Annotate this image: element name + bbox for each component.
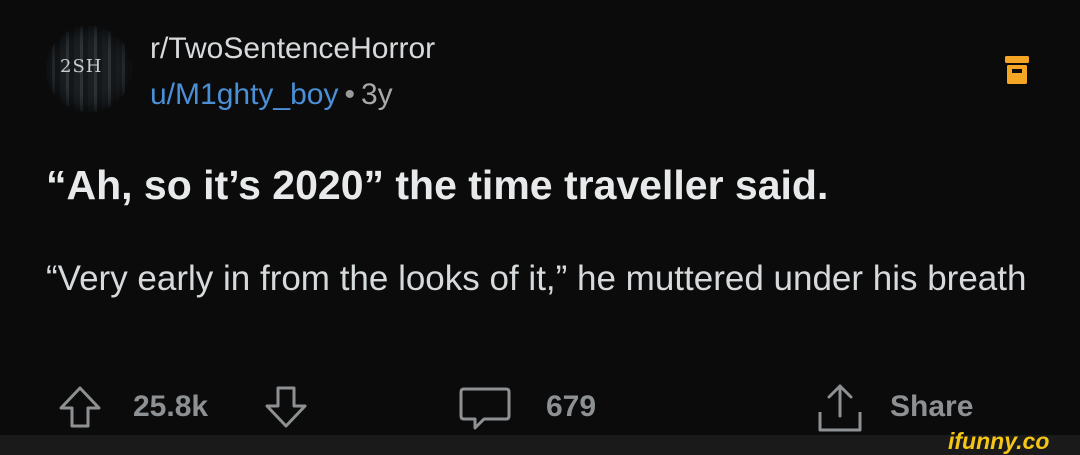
upvote-arrow-icon[interactable]	[56, 385, 104, 429]
bottom-strip	[0, 435, 1080, 455]
subreddit-name[interactable]: r/TwoSentenceHorror	[150, 32, 435, 66]
post-body: “Very early in from the looks of it,” he…	[46, 259, 1027, 298]
comment-count[interactable]: 679	[546, 390, 596, 424]
avatar-label: 2SH	[60, 56, 103, 77]
save-icon[interactable]	[1004, 54, 1030, 86]
vote-score: 25.8k	[133, 390, 209, 423]
username-link[interactable]: u/M1ghty_boy	[150, 78, 338, 111]
post-card: 2SH r/TwoSentenceHorror u/M1ghty_boy • 3y …	[0, 0, 1080, 435]
share-icon[interactable]	[815, 382, 865, 434]
post-meta: u/M1ghty_boy • 3y	[150, 78, 393, 112]
share-button[interactable]: Share	[890, 390, 973, 424]
meta-separator: •	[344, 78, 355, 111]
downvote-arrow-icon[interactable]	[262, 385, 310, 429]
comment-bubble-icon[interactable]	[458, 386, 512, 434]
post-title[interactable]: “Ah, so it’s 2020” the time traveller sa…	[46, 162, 828, 209]
watermark: ifunny.co	[948, 428, 1050, 454]
subreddit-avatar[interactable]: 2SH	[46, 26, 132, 112]
post-age: 3y	[360, 78, 393, 111]
